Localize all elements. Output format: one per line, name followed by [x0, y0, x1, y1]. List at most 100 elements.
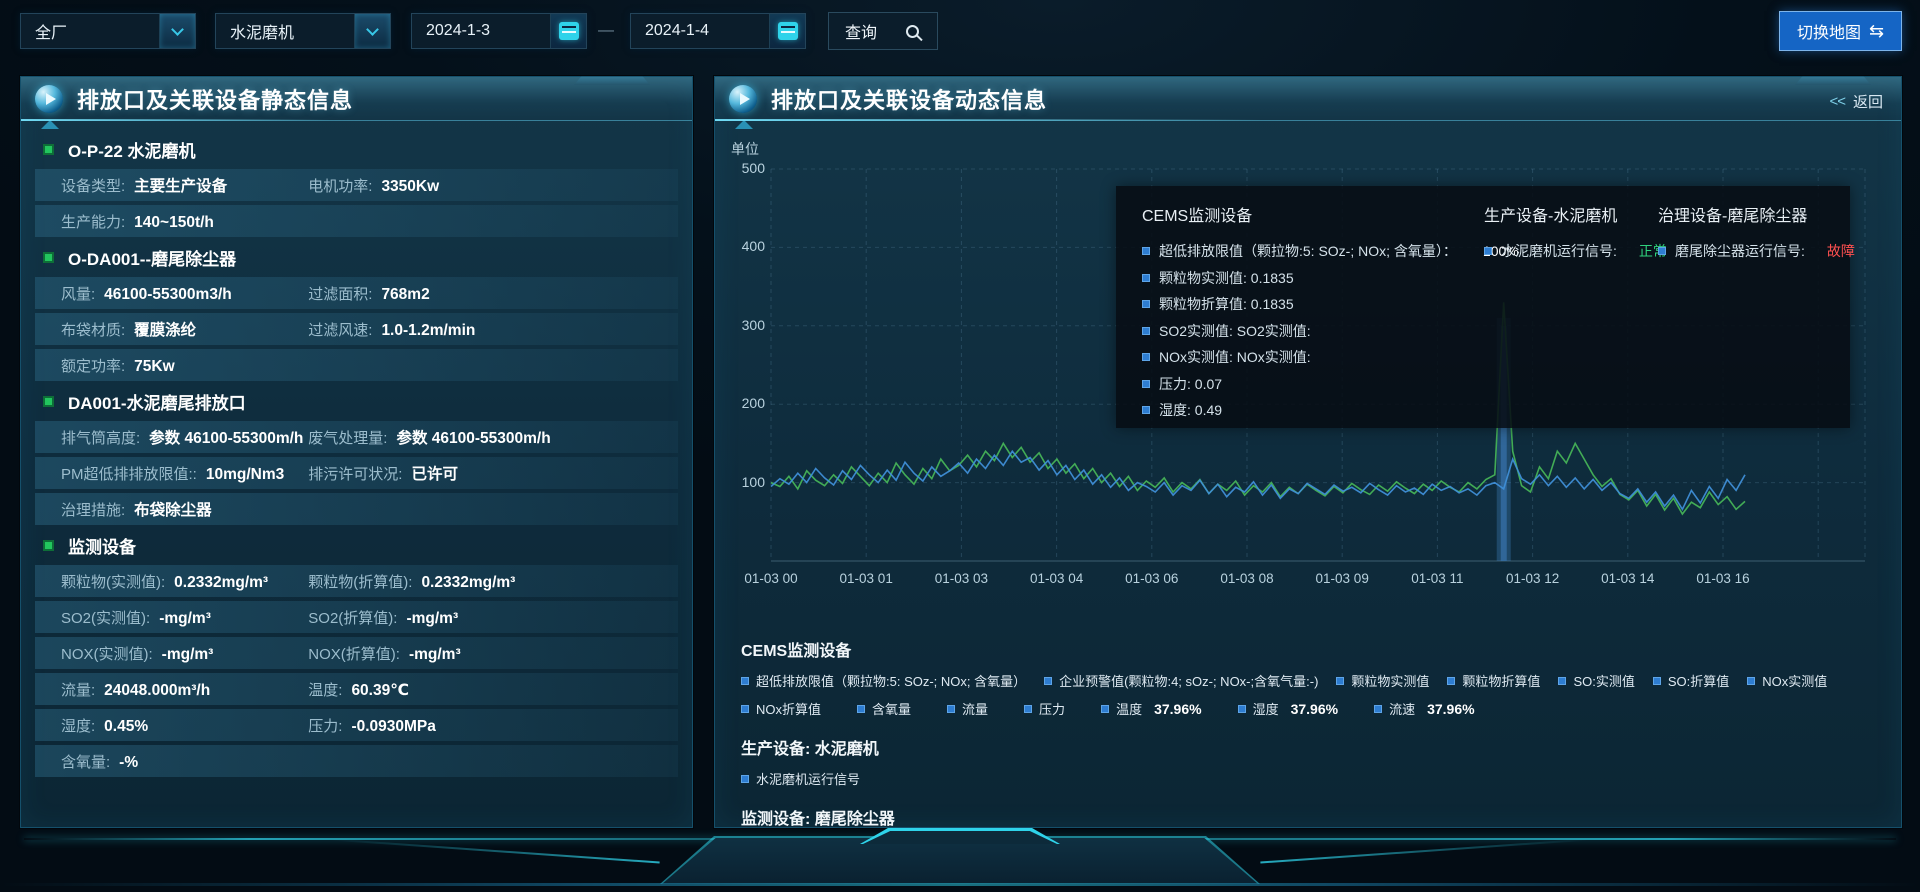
legend-item[interactable]: 温度 37.96%: [1101, 699, 1202, 718]
legend-item[interactable]: 超低排放限值（颗拉物:5: SOz-; NOx; 含氧量）: [741, 671, 1026, 690]
field-value: 24048.000m³/h: [104, 682, 210, 700]
field-value: -mg/m³: [409, 646, 461, 664]
info-row: 治理措施:布袋除尘器: [35, 493, 678, 525]
legend-section-heading: CEMS监测设备: [741, 637, 1875, 661]
field-label: SO2(折算值):: [308, 607, 397, 628]
info-row: 风量:46100-55300m3/h过滤面积:768m2: [35, 277, 678, 309]
field-label: 含氧量:: [61, 751, 110, 772]
field-label: 风量:: [61, 283, 95, 304]
legend-item-label: 流速: [1389, 699, 1415, 718]
back-button[interactable]: << 返回: [1829, 91, 1883, 112]
legend-item-label: 企业预警值(颗粒物:4; sOz-; NOx-;含氧气量:-): [1059, 671, 1318, 690]
field-label: 过滤面积:: [308, 283, 372, 304]
legend-item[interactable]: 流速 37.96%: [1374, 699, 1475, 718]
chevron-glyph: [171, 23, 184, 36]
legend-marker-icon: [1142, 247, 1150, 255]
legend-item[interactable]: 颗粒物折算值: [1447, 671, 1540, 690]
static-info-rows: O-P-22 水泥磨机设备类型:主要生产设备电机功率:3350Kw生产能力:14…: [21, 121, 692, 777]
field-value: 已许可: [411, 462, 458, 484]
field-value: 布袋除尘器: [134, 498, 212, 520]
section-row: 监测设备: [35, 529, 678, 561]
legend-item[interactable]: SO:实测值: [1558, 671, 1634, 690]
field-value: 覆膜涤纶: [134, 318, 196, 340]
query-button-label: 查询: [845, 19, 877, 43]
tooltip-value: 故障: [1827, 241, 1855, 261]
tooltip-text: 超低排放限值（颗拉物:5: SOz-; NOx; 含氧量）：: [1159, 241, 1457, 261]
legend-section-heading: 监测设备: 磨尾除尘器: [741, 805, 1875, 829]
legend-item-value: 37.96%: [1154, 701, 1201, 717]
switch-map-label: 切换地图: [1797, 19, 1861, 43]
header-chevron-decoration: [41, 120, 59, 129]
legend-item[interactable]: 水泥磨机运行信号: [741, 769, 860, 788]
chart-tooltip: CEMS监测设备超低排放限值（颗拉物:5: SOz-; NOx; 含氧量）：10…: [1116, 186, 1850, 428]
field-label: 流量:: [61, 679, 95, 700]
tooltip-row: NOx实测值: NOx实测值:: [1142, 344, 1519, 371]
x-tick-label: 01-03 06: [1107, 571, 1197, 586]
field-value: -%: [119, 754, 138, 772]
legend-gap: [741, 797, 1875, 805]
info-row: 湿度:0.45%压力:-0.0930MPa: [35, 709, 678, 741]
field-value: 参数 46100-55300m/h: [396, 426, 550, 448]
start-date-input[interactable]: 2024-1-3: [411, 13, 587, 49]
back-label: 返回: [1853, 91, 1883, 112]
field-value: -mg/m³: [159, 610, 211, 628]
legend-item[interactable]: 含氧量: [857, 699, 911, 718]
x-tick-label: 01-03 04: [1012, 571, 1102, 586]
dynamic-chart-zone: 单位 500400300200100 01-03 0001-03 0101-03…: [715, 121, 1901, 827]
legend-item[interactable]: 压力: [1024, 699, 1065, 718]
chevron-down-icon[interactable]: [354, 14, 390, 48]
field-value: 75Kw: [134, 358, 175, 376]
end-date-value: 2024-1-4: [631, 22, 769, 40]
field-value: 140~150t/h: [134, 214, 214, 232]
tooltip-row: 颗粒物折算值: 0.1835: [1142, 291, 1519, 318]
search-icon: [906, 25, 919, 38]
info-row: 额定功率:75Kw: [35, 349, 678, 381]
y-tick-label: 400: [715, 238, 765, 254]
legend-item[interactable]: 流量: [947, 699, 988, 718]
query-button[interactable]: 查询: [828, 12, 938, 50]
legend-marker-icon: [1336, 677, 1344, 685]
section-bullet-icon: [43, 252, 54, 263]
end-date-input[interactable]: 2024-1-4: [630, 13, 806, 49]
plant-select[interactable]: 全厂: [20, 13, 196, 49]
calendar-icon[interactable]: [769, 14, 805, 48]
device-select[interactable]: 水泥磨机: [215, 13, 391, 49]
legend-marker-icon: [1142, 380, 1150, 388]
dynamic-info-panel: 排放口及关联设备动态信息 << 返回 单位 500400300200100 01…: [714, 76, 1902, 828]
legend-item[interactable]: 颗粒物实测值: [1336, 671, 1429, 690]
legend-item[interactable]: SO:折算值: [1653, 671, 1729, 690]
legend-item-label: 湿度: [1253, 699, 1279, 718]
field-value: 3350Kw: [381, 178, 439, 196]
legend-item[interactable]: 湿度37.96%: [1238, 699, 1339, 718]
field-value: 主要生产设备: [134, 174, 227, 196]
tooltip-column: 生产设备-水泥磨机水泥磨机运行信号:正常: [1484, 186, 1667, 265]
legend-item[interactable]: NOx实测值: [1747, 671, 1827, 690]
legend-item-label: 流量: [962, 699, 988, 718]
legend-item[interactable]: 企业预警值(颗粒物:4; sOz-; NOx-;含氧气量:-): [1044, 671, 1318, 690]
field-value: -mg/m³: [406, 610, 458, 628]
field-label: NOX(实测值):: [61, 643, 153, 664]
static-info-title: 排放口及关联设备静态信息: [77, 83, 353, 115]
y-tick-label: 100: [715, 474, 765, 490]
plant-select-value: 全厂: [21, 19, 159, 43]
info-row: SO2(实测值):-mg/m³SO2(折算值):-mg/m³: [35, 601, 678, 633]
field-label: 压力:: [308, 715, 342, 736]
chevron-down-icon[interactable]: [159, 14, 195, 48]
calendar-icon[interactable]: [550, 14, 586, 48]
switch-map-button[interactable]: 切换地图 ⇆: [1779, 11, 1902, 51]
field-label: 排污许可状况:: [308, 463, 402, 484]
legend-item-label: 温度: [1116, 699, 1142, 718]
x-tick-label: 01-03 08: [1202, 571, 1292, 586]
tooltip-text: 湿度: 0.49: [1159, 400, 1222, 420]
section-bullet-icon: [43, 540, 54, 551]
tooltip-row: 压力: 0.07: [1142, 371, 1519, 398]
info-cell: NOX(折算值):-mg/m³: [308, 643, 678, 664]
field-label: 温度:: [308, 679, 342, 700]
legend-marker-icon: [1484, 247, 1492, 255]
field-value: 0.2332mg/m³: [421, 574, 515, 592]
calendar-glyph: [559, 22, 579, 40]
legend-item[interactable]: NOx折算值: [741, 699, 821, 718]
y-tick-label: 200: [715, 395, 765, 411]
field-label: 废气处理量:: [308, 427, 387, 448]
legend-item-value: 37.96%: [1427, 701, 1474, 717]
